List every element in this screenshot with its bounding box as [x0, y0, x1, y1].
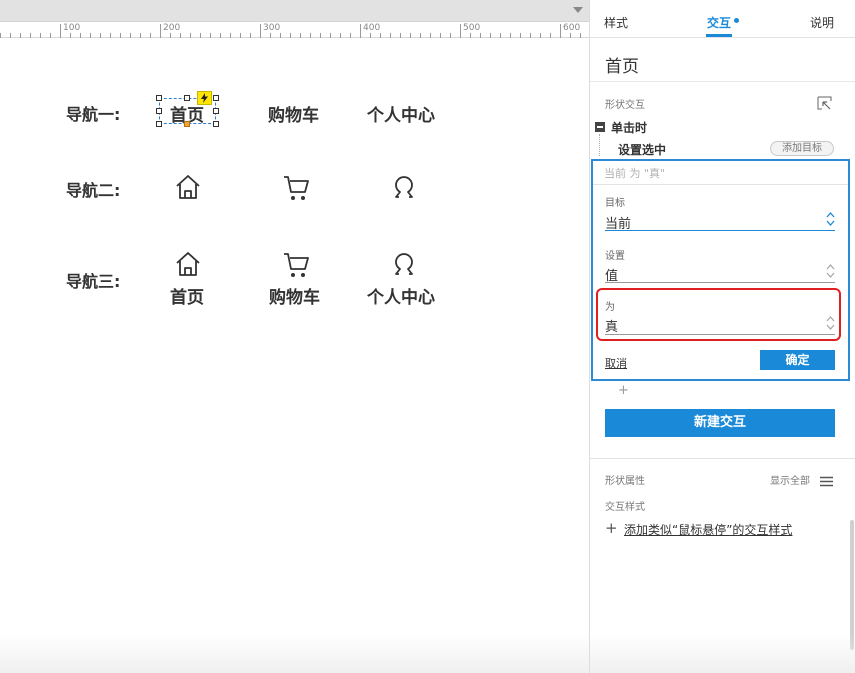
- canvas-topbar: [0, 0, 589, 22]
- add-interaction-style-link[interactable]: 添加类似“鼠标悬停”的交互样式: [624, 521, 792, 538]
- dropdown-arrow-icon[interactable]: [573, 7, 583, 13]
- set-field-label: 设置: [605, 251, 625, 262]
- user-icon[interactable]: [391, 175, 417, 201]
- menu-icon[interactable]: [820, 472, 833, 491]
- target-field-label: 目标: [605, 198, 625, 209]
- ruler-label: 100: [63, 23, 81, 33]
- resize-handle[interactable]: [156, 95, 162, 101]
- nav3-profile-text[interactable]: 个人中心: [367, 283, 435, 308]
- confirm-button[interactable]: 确定: [760, 350, 835, 370]
- ruler-label: 400: [363, 23, 381, 33]
- action-summary: 当前 为 "真": [604, 167, 666, 180]
- action-editor-box: [591, 159, 850, 381]
- ruler-ticks: [0, 24, 581, 38]
- to-select-underline: [605, 334, 835, 335]
- nav-row-3-label: 导航三:: [66, 272, 121, 291]
- select-arrows-icon[interactable]: [826, 263, 835, 283]
- collapse-toggle-icon[interactable]: [595, 122, 605, 132]
- to-field-label: 为: [605, 302, 615, 313]
- event-onclick-label[interactable]: 单击时: [611, 119, 647, 136]
- cancel-link[interactable]: 取消: [605, 355, 627, 371]
- nav-row-1-label: 导航一:: [66, 105, 121, 124]
- tab-interactions[interactable]: 交互: [707, 14, 731, 31]
- resize-handle[interactable]: [213, 121, 219, 127]
- resize-handle[interactable]: [184, 121, 190, 127]
- new-interaction-button[interactable]: 新建交互: [605, 409, 835, 437]
- cart-icon[interactable]: [282, 251, 310, 279]
- canvas-area[interactable]: 100 200 300 400 500 600 导航一: 首页 购物车 个人中心…: [0, 0, 589, 673]
- divider: [590, 458, 855, 459]
- resize-handle[interactable]: [156, 121, 162, 127]
- lightning-icon[interactable]: [197, 91, 212, 105]
- panel-scrollbar[interactable]: [850, 520, 854, 650]
- add-target-button[interactable]: 添加目标: [770, 141, 834, 156]
- ruler-label: 200: [163, 23, 181, 33]
- user-icon[interactable]: [391, 252, 417, 278]
- home-icon[interactable]: [174, 251, 202, 277]
- ruler-label: 300: [263, 23, 281, 33]
- tab-notes[interactable]: 说明: [810, 14, 834, 31]
- nav3-cart-text[interactable]: 购物车: [269, 283, 320, 308]
- action-set-selected-label[interactable]: 设置选中: [618, 141, 666, 158]
- home-icon[interactable]: [174, 174, 202, 200]
- panel-tabs: 样式 交互 说明: [590, 0, 855, 38]
- select-arrows-icon[interactable]: [826, 211, 835, 231]
- divider: [593, 184, 848, 185]
- nav3-home-text[interactable]: 首页: [170, 283, 204, 308]
- canvas-bottom-fade: [0, 633, 589, 673]
- resize-handle[interactable]: [213, 95, 219, 101]
- ruler-label: 600: [563, 23, 581, 33]
- resize-handle[interactable]: [184, 95, 190, 101]
- page-title: 首页: [605, 57, 639, 77]
- show-all-link[interactable]: 显示全部: [770, 472, 810, 487]
- add-style-plus-icon[interactable]: +: [605, 519, 618, 537]
- cart-icon[interactable]: [282, 174, 310, 202]
- nav1-cart-text[interactable]: 购物车: [268, 101, 319, 126]
- tab-style[interactable]: 样式: [604, 14, 628, 31]
- active-tab-underline: [706, 34, 732, 37]
- divider: [590, 81, 855, 82]
- shape-properties-heading: 形状属性: [605, 476, 645, 487]
- resize-handle[interactable]: [156, 108, 162, 114]
- horizontal-ruler: 100 200 300 400 500 600: [0, 22, 589, 38]
- select-arrows-icon[interactable]: [826, 315, 835, 335]
- shape-interactions-heading: 形状交互: [605, 100, 645, 111]
- resize-handle[interactable]: [213, 108, 219, 114]
- expand-panel-icon[interactable]: [817, 95, 832, 114]
- nav1-profile-text[interactable]: 个人中心: [367, 101, 435, 126]
- panel-bottom-fade: [590, 633, 855, 673]
- nav-row-2-label: 导航二:: [66, 181, 121, 200]
- inspector-panel: 样式 交互 说明 首页 形状交互 单击时 设置选中 添加目标 当前 为 "真" …: [589, 0, 855, 673]
- tab-status-dot: [734, 18, 739, 23]
- target-select-underline: [605, 230, 835, 231]
- set-select-underline: [605, 282, 835, 283]
- add-action-plus[interactable]: +: [618, 383, 629, 398]
- to-select[interactable]: 真: [605, 316, 618, 335]
- tree-connector: [599, 134, 600, 156]
- interaction-styles-heading: 交互样式: [605, 502, 645, 513]
- ruler-label: 500: [463, 23, 481, 33]
